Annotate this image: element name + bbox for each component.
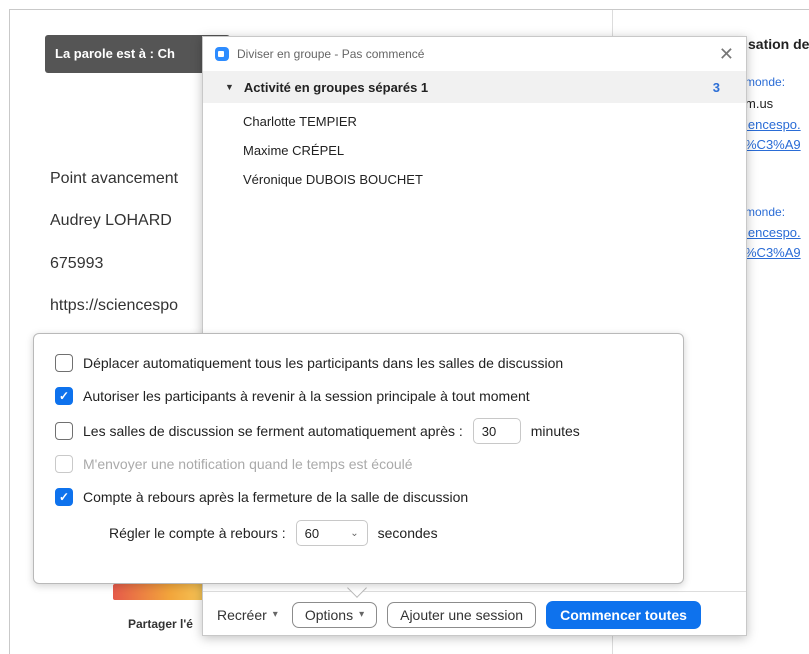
right-link[interactable]: iencespo. xyxy=(745,117,801,132)
right-link[interactable]: %C3%A9 xyxy=(745,245,801,260)
options-button[interactable]: Options ▾ xyxy=(291,601,378,628)
countdown-setting-label: Régler le compte à rebours : xyxy=(109,525,286,541)
dialog-footer: Recréer ▾ Options ▾ Ajouter une session … xyxy=(203,591,746,635)
recreate-button[interactable]: Recréer ▾ xyxy=(213,601,282,628)
doc-link[interactable]: https://sciencespo xyxy=(50,297,178,315)
right-link[interactable]: iencespo. xyxy=(745,225,801,240)
right-link[interactable]: %C3%A9 xyxy=(745,137,801,152)
auto-move-checkbox[interactable] xyxy=(55,354,73,372)
participant-item[interactable]: Véronique DUBOIS BOUCHET xyxy=(203,165,746,194)
option-countdown-setting: Régler le compte à rebours : 60 ⌄ second… xyxy=(109,520,438,546)
notify-label: M'envoyer une notification quand le temp… xyxy=(83,456,413,472)
add-session-button[interactable]: Ajouter une session xyxy=(387,601,537,628)
allow-return-checkbox[interactable]: ✓ xyxy=(55,387,73,405)
auto-close-label: Les salles de discussion se ferment auto… xyxy=(83,423,463,439)
group-count: 3 xyxy=(712,79,720,95)
chevron-down-icon: ▾ xyxy=(272,609,278,620)
allow-return-label: Autoriser les participants à revenir à l… xyxy=(83,388,530,404)
right-text: m.us xyxy=(745,96,774,111)
dialog-title: Diviser en groupe - Pas commencé xyxy=(237,47,425,61)
share-screen-icon[interactable] xyxy=(113,584,208,600)
auto-close-minutes-input[interactable] xyxy=(472,418,521,444)
start-all-label: Commencer toutes xyxy=(560,606,687,623)
option-auto-move[interactable]: Déplacer automatiquement tous les partic… xyxy=(55,354,563,372)
options-label: Options xyxy=(304,606,354,623)
auto-close-checkbox[interactable] xyxy=(55,422,73,440)
right-label: monde: xyxy=(745,75,786,89)
option-countdown[interactable]: ✓ Compte à rebours après la fermeture de… xyxy=(55,488,468,506)
countdown-label: Compte à rebours après la fermeture de l… xyxy=(83,489,469,505)
doc-line: 675993 xyxy=(50,255,104,272)
dialog-titlebar: Diviser en groupe - Pas commencé ✕ xyxy=(203,37,746,71)
group-header[interactable]: ▼ Activité en groupes séparés 1 3 xyxy=(203,71,746,103)
auto-close-unit: minutes xyxy=(530,423,580,439)
options-popover: Déplacer automatiquement tous les partic… xyxy=(33,333,684,584)
option-notify: M'envoyer une notification quand le temp… xyxy=(55,455,413,473)
group-name: Activité en groupes séparés 1 xyxy=(243,79,429,95)
recreate-label: Recréer xyxy=(217,606,267,623)
chevron-down-icon: ⌄ xyxy=(350,527,359,539)
caret-down-icon[interactable]: ▼ xyxy=(225,82,234,92)
participant-item[interactable]: Charlotte TEMPIER xyxy=(203,107,746,136)
option-auto-close[interactable]: Les salles de discussion se ferment auto… xyxy=(55,418,580,444)
option-allow-return[interactable]: ✓ Autoriser les participants à revenir à… xyxy=(55,387,530,405)
zoom-logo-icon xyxy=(215,47,229,61)
notify-checkbox xyxy=(55,455,73,473)
countdown-select-value: 60 xyxy=(304,525,320,541)
participant-item[interactable]: Maxime CRÉPEL xyxy=(203,136,746,165)
right-label: monde: xyxy=(745,205,786,219)
add-session-label: Ajouter une session xyxy=(400,606,524,623)
auto-move-label: Déplacer automatiquement tous les partic… xyxy=(83,355,564,371)
right-title: sation de xyxy=(748,36,809,52)
close-icon[interactable]: ✕ xyxy=(719,44,734,65)
start-all-button[interactable]: Commencer toutes xyxy=(546,600,701,629)
countdown-unit: secondes xyxy=(377,525,438,541)
countdown-select[interactable]: 60 ⌄ xyxy=(295,520,368,546)
chevron-down-icon: ▾ xyxy=(359,609,365,620)
doc-line: Audrey LOHARD xyxy=(50,212,172,229)
countdown-checkbox[interactable]: ✓ xyxy=(55,488,73,506)
doc-line: Point avancement xyxy=(50,170,179,187)
share-screen-label: Partager l'é xyxy=(128,617,193,631)
